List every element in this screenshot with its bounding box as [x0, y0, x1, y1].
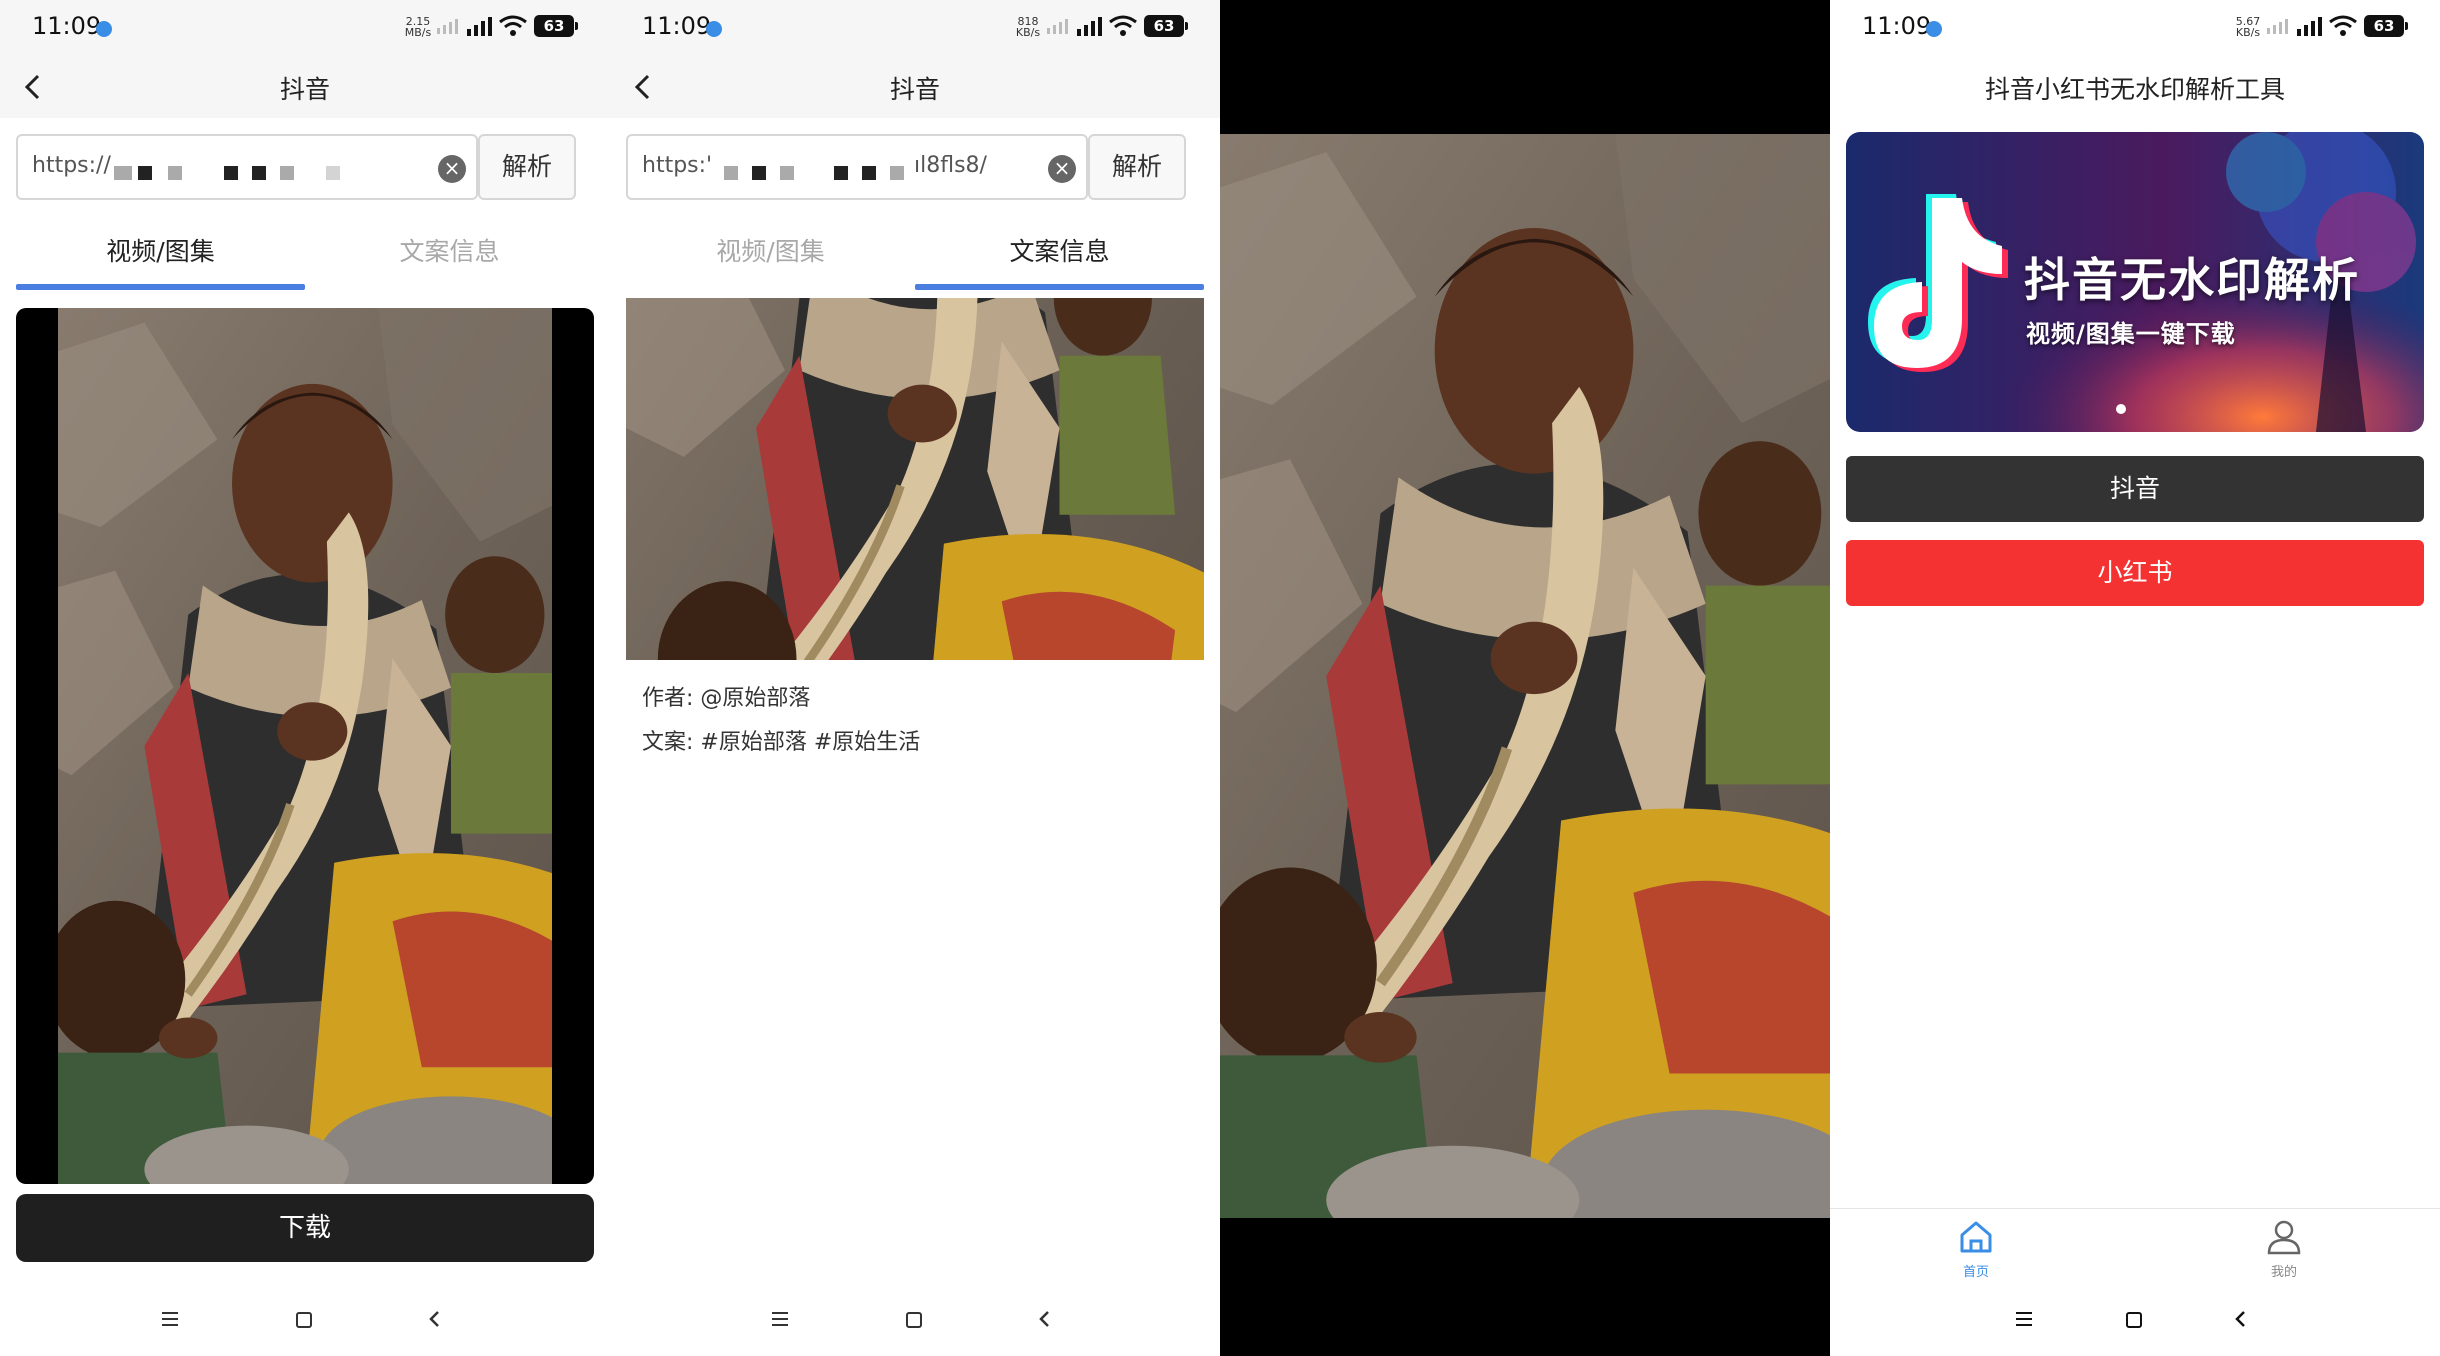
- nav-bar: 抖音: [0, 56, 610, 118]
- signal-dim-icon: [1047, 19, 1068, 34]
- battery-icon: 63: [1144, 15, 1188, 37]
- status-time: 11:09: [642, 12, 712, 40]
- page-title: 抖音: [889, 75, 940, 104]
- xiaohongshu-button[interactable]: 小红书: [1846, 540, 2424, 606]
- url-redaction: [252, 166, 266, 180]
- tiktok-logo-icon: [1868, 194, 2008, 372]
- signal-icon: [2297, 17, 2322, 36]
- profile-icon: [2267, 1220, 2301, 1255]
- clear-icon[interactable]: ×: [438, 155, 466, 183]
- url-redaction: [114, 166, 132, 180]
- url-redaction: [752, 166, 766, 180]
- tab-video-gallery[interactable]: 视频/图集: [626, 224, 915, 292]
- bottom-tab-bar: 首页 我的: [1830, 1208, 2440, 1292]
- tabbar-label-me: 我的: [2270, 1265, 2297, 1280]
- parse-button[interactable]: 解析: [478, 134, 576, 200]
- video-player[interactable]: [16, 308, 594, 1184]
- tab-caption-info[interactable]: 文案信息: [915, 224, 1204, 292]
- wifi-icon: [2329, 15, 2357, 36]
- screen-home: 11:09 5.67 KB/s 63 抖音小红书无水印解析工具 抖音无水印解析 …: [1830, 0, 2440, 1356]
- menu-icon[interactable]: [2016, 1312, 2032, 1326]
- url-input[interactable]: https:// ×: [16, 134, 478, 200]
- menu-icon[interactable]: [772, 1312, 788, 1326]
- carousel-dot[interactable]: [2116, 404, 2126, 414]
- system-back-icon[interactable]: [424, 1308, 446, 1330]
- carousel-dots: [2116, 404, 2126, 414]
- network-speed: 818 KB/s: [1015, 15, 1041, 39]
- wifi-icon: [1109, 15, 1137, 36]
- system-back-icon[interactable]: [1034, 1308, 1056, 1330]
- parse-button[interactable]: 解析: [1088, 134, 1186, 200]
- nav-bar: 抖音: [610, 56, 1220, 118]
- page-title: 抖音小红书无水印解析工具: [1984, 75, 2285, 104]
- banner-title: 抖音无水印解析: [2024, 253, 2360, 307]
- tabbar-item-home[interactable]: 首页: [1916, 1217, 2036, 1280]
- system-nav-bar: [0, 1290, 610, 1346]
- url-input-value: https:': [642, 153, 713, 178]
- tabbar-item-me[interactable]: 我的: [2224, 1217, 2344, 1280]
- screens-row: 11:09 2.15 MB/s 63 抖音 https:// × 解析 视频/图…: [0, 0, 2440, 1356]
- cover-image: [626, 298, 1204, 660]
- tabbar-label-home: 首页: [1962, 1265, 1989, 1280]
- signal-icon: [467, 17, 492, 36]
- banner-carousel[interactable]: 抖音无水印解析 视频/图集一键下载: [1846, 132, 2424, 432]
- page-title: 抖音: [279, 75, 330, 104]
- signal-dim-icon: [2267, 19, 2288, 34]
- tab-bar: 视频/图集 文案信息: [626, 224, 1204, 292]
- tab-bar: 视频/图集 文案信息: [16, 224, 594, 292]
- battery-icon: 63: [534, 15, 578, 37]
- url-redaction: [724, 166, 738, 180]
- video-frame-image: [58, 308, 552, 1184]
- url-redaction: [280, 166, 294, 180]
- location-dot-icon: [96, 21, 112, 37]
- status-time: 11:09: [32, 12, 102, 40]
- signal-icon: [1077, 17, 1102, 36]
- status-bar: 11:09 5.67 KB/s 63: [1830, 0, 2440, 56]
- url-input[interactable]: https:' ıl8fls8/ ×: [626, 134, 1088, 200]
- status-bar: 11:09 2.15 MB/s 63: [0, 0, 610, 56]
- wifi-icon: [499, 15, 527, 36]
- location-dot-icon: [706, 21, 722, 37]
- cover-image-art: [626, 298, 1204, 660]
- signal-dim-icon: [437, 19, 458, 34]
- url-redaction: [224, 166, 238, 180]
- menu-icon[interactable]: [162, 1312, 178, 1326]
- home-icon: [1960, 1221, 1992, 1253]
- clear-icon[interactable]: ×: [1048, 155, 1076, 183]
- download-button[interactable]: 下载: [16, 1194, 594, 1262]
- screen-caption-info: 11:09 818 KB/s 63 抖音 https:' ıl8fls8/ × …: [610, 0, 1220, 1356]
- tab-video-gallery[interactable]: 视频/图集: [16, 224, 305, 292]
- url-input-value-tail: ıl8fls8/: [914, 153, 987, 178]
- tab-caption-info[interactable]: 文案信息: [305, 224, 594, 292]
- url-redaction: [862, 166, 876, 180]
- fullscreen-video-frame: [1220, 134, 1830, 1218]
- url-redaction: [780, 166, 794, 180]
- status-time: 11:09: [1862, 12, 1932, 40]
- home-square-icon[interactable]: [2126, 1312, 2142, 1328]
- home-square-icon[interactable]: [906, 1312, 922, 1328]
- author-line: 作者: @原始部落: [642, 686, 811, 711]
- douyin-button[interactable]: 抖音: [1846, 456, 2424, 522]
- screen-fullscreen-video[interactable]: [1220, 0, 1830, 1356]
- caption-line: 文案: #原始部落 #原始生活: [642, 730, 921, 755]
- url-input-value: https://: [32, 153, 111, 178]
- system-nav-bar: [1830, 1290, 2440, 1346]
- system-nav-bar: [610, 1290, 1220, 1346]
- system-back-icon[interactable]: [2230, 1308, 2252, 1330]
- status-bar: 11:09 818 KB/s 63: [610, 0, 1220, 56]
- location-dot-icon: [1926, 21, 1942, 37]
- banner-subtitle: 视频/图集一键下载: [2026, 320, 2236, 348]
- screen-video: 11:09 2.15 MB/s 63 抖音 https:// × 解析 视频/图…: [0, 0, 610, 1356]
- battery-icon: 63: [2364, 15, 2408, 37]
- network-speed: 5.67 KB/s: [2235, 15, 2261, 39]
- url-redaction: [326, 166, 340, 180]
- url-redaction: [834, 166, 848, 180]
- url-redaction: [168, 166, 182, 180]
- network-speed: 2.15 MB/s: [404, 15, 432, 39]
- home-square-icon[interactable]: [296, 1312, 312, 1328]
- url-redaction: [138, 166, 152, 180]
- url-redaction: [890, 166, 904, 180]
